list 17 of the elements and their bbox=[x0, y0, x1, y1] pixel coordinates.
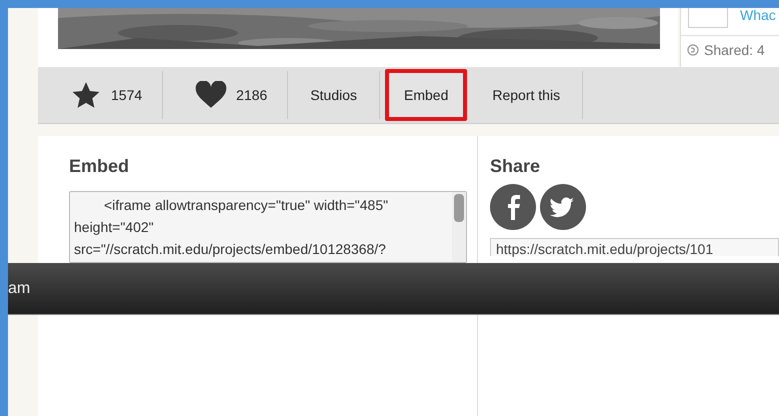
embed-code-field[interactable]: <iframe allowtransparency="true" width="485" height="402" src="//scratch.mit.edu/projects/embed/10128368/? bbox=[69, 191, 467, 263]
remix-icon bbox=[687, 44, 699, 56]
shared-count: Shared: 4 bbox=[704, 42, 765, 58]
twitter-icon[interactable] bbox=[540, 184, 586, 230]
heart-count-button[interactable]: 2186 bbox=[163, 71, 288, 119]
facebook-icon[interactable] bbox=[490, 184, 536, 230]
action-button[interactable]: Embed bbox=[385, 69, 468, 121]
action-button[interactable]: Report this bbox=[470, 71, 584, 119]
section-title: Share bbox=[490, 156, 542, 178]
heart-icon bbox=[195, 81, 228, 109]
star-icon bbox=[70, 81, 102, 109]
bar-text: am bbox=[8, 280, 30, 298]
share-url-field[interactable]: https://scratch.mit.edu/projects/101 bbox=[490, 238, 779, 256]
action-button[interactable]: Studios bbox=[288, 71, 380, 119]
thumbnail[interactable] bbox=[688, 8, 728, 28]
section-title: Embed bbox=[69, 156, 130, 178]
star-count-button[interactable]: 1574 bbox=[38, 71, 164, 119]
